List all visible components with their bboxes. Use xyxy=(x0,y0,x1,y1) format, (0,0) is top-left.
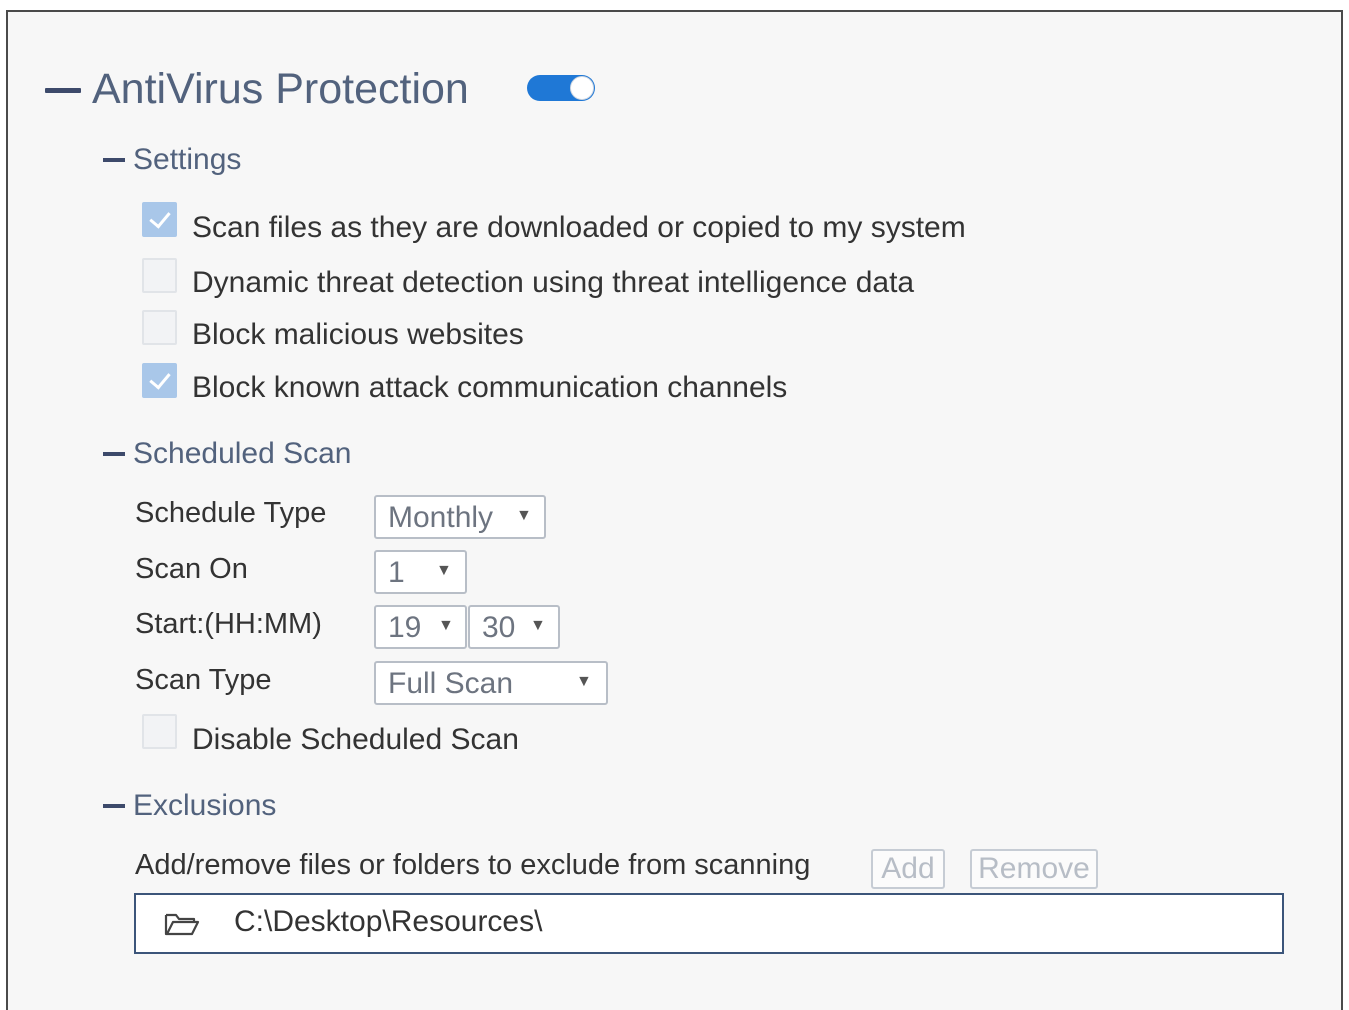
scan-type-select[interactable]: Full Scan ▼ xyxy=(374,661,608,705)
scan-on-value: 1 xyxy=(388,556,405,589)
scheduled-scan-title: Scheduled Scan xyxy=(133,437,352,470)
label-block-websites: Block malicious websites xyxy=(192,318,524,351)
label-dynamic-threat: Dynamic threat detection using threat in… xyxy=(192,266,915,299)
schedule-type-value: Monthly xyxy=(388,501,494,534)
scan-type-value: Full Scan xyxy=(388,667,514,700)
start-minute-select[interactable]: 30 ▼ xyxy=(468,605,560,649)
checkbox-block-websites[interactable] xyxy=(142,310,177,345)
checkbox-dynamic-threat[interactable] xyxy=(142,258,177,293)
caret-down-icon: ▼ xyxy=(516,507,532,524)
settings-title: Settings xyxy=(133,143,242,176)
schedule-type-select[interactable]: Monthly ▼ xyxy=(374,495,546,539)
scan-on-select[interactable]: 1 ▼ xyxy=(374,550,467,594)
checkbox-block-channels[interactable] xyxy=(142,363,177,398)
antivirus-toggle[interactable] xyxy=(527,75,595,101)
caret-down-icon: ▼ xyxy=(436,562,452,579)
exclusion-list[interactable]: C:\Desktop\Resources\ xyxy=(134,893,1284,954)
exclusions-title: Exclusions xyxy=(133,789,277,822)
exclusions-description: Add/remove files or folders to exclude f… xyxy=(135,849,811,881)
exclusion-path-item[interactable]: C:\Desktop\Resources\ xyxy=(234,905,542,939)
caret-down-icon: ▼ xyxy=(438,617,454,634)
start-minute-value: 30 xyxy=(482,611,516,644)
schedule-type-label: Schedule Type xyxy=(135,497,327,529)
scan-type-label: Scan Type xyxy=(135,664,272,696)
caret-down-icon: ▼ xyxy=(576,673,592,690)
label-disable-scheduled-scan: Disable Scheduled Scan xyxy=(192,723,519,756)
start-hour-value: 19 xyxy=(388,611,422,644)
settings-collapse-minus-icon[interactable] xyxy=(103,158,125,162)
section-title-antivirus: AntiVirus Protection xyxy=(92,65,469,113)
toggle-knob xyxy=(570,76,594,100)
label-block-channels: Block known attack communication channel… xyxy=(192,371,788,404)
start-time-label: Start:(HH:MM) xyxy=(135,608,322,640)
folder-open-icon xyxy=(164,913,200,936)
collapse-minus-icon[interactable] xyxy=(45,88,81,93)
scheduled-scan-collapse-minus-icon[interactable] xyxy=(103,452,125,456)
exclusions-collapse-minus-icon[interactable] xyxy=(103,804,125,808)
check-icon xyxy=(149,367,171,390)
checkbox-scan-files[interactable] xyxy=(142,202,177,237)
check-icon xyxy=(149,206,171,229)
caret-down-icon: ▼ xyxy=(530,617,546,634)
scan-on-label: Scan On xyxy=(135,553,248,585)
remove-exclusion-button[interactable]: Remove xyxy=(970,849,1098,889)
checkbox-disable-scheduled-scan[interactable] xyxy=(142,714,177,749)
add-exclusion-button[interactable]: Add xyxy=(871,849,945,889)
label-scan-files: Scan files as they are downloaded or cop… xyxy=(192,211,966,244)
start-hour-select[interactable]: 19 ▼ xyxy=(374,605,467,649)
